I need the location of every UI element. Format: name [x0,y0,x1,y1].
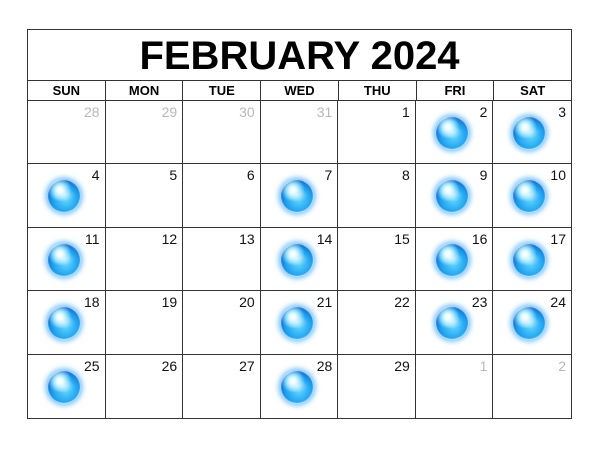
blue-orb-icon [279,369,314,404]
day-cell[interactable]: 2 [415,101,494,165]
weekday-mon: MON [106,81,184,100]
day-cell[interactable]: 6 [183,164,261,228]
day-cell[interactable]: 26 [106,354,184,418]
blue-orb-icon [47,179,81,214]
blue-orb-icon [434,179,469,214]
day-cell[interactable]: 17 [493,228,571,292]
day-cell-adjacent-month[interactable]: 31 [260,101,339,165]
blue-orb-icon [279,179,314,214]
calendar: FEBRUARY 2024 SUN MON TUE WED THU FRI SA… [27,29,572,419]
day-cell[interactable]: 12 [105,227,184,292]
day-cell[interactable]: 25 [28,354,106,418]
blue-orb-icon [434,242,469,277]
day-number: 27 [239,357,255,374]
day-number: 15 [394,230,410,247]
day-cell[interactable]: 10 [493,164,571,228]
weekday-sun: SUN [28,81,106,100]
day-cell[interactable]: 18 [28,291,106,355]
day-number: 13 [239,230,255,247]
day-cell-adjacent-month[interactable]: 1 [416,354,494,418]
day-number: 3 [558,104,566,120]
day-number: 17 [550,230,566,247]
day-number: 16 [471,230,488,247]
day-number: 22 [394,294,410,311]
weekday-thu: THU [339,81,417,100]
day-number: 14 [316,230,333,247]
day-number: 29 [394,357,410,374]
day-number: 25 [83,357,100,374]
day-number: 18 [83,294,100,311]
day-number: 1 [402,104,410,120]
day-cell[interactable]: 5 [105,164,184,228]
weekday-fri: FRI [417,81,495,100]
day-cell[interactable]: 7 [260,164,339,228]
day-cell[interactable]: 14 [260,227,339,292]
day-number: 30 [239,104,255,120]
blue-orb-icon [434,116,469,150]
day-number: 1 [479,357,488,374]
day-cell-adjacent-month[interactable]: 29 [105,101,184,165]
day-grid: 28 29 30 31 1 2 3 4 5 6 7 8 9 10 11 12 13 14 15 16 17 18 19 20 2… [28,101,571,418]
day-number: 8 [402,167,410,184]
blue-orb-icon [512,242,547,277]
day-number: 6 [246,167,255,184]
day-number: 31 [316,104,333,120]
blue-orb-icon [47,369,81,404]
day-number: 24 [550,294,566,311]
day-cell[interactable]: 16 [415,227,494,292]
day-cell-adjacent-month[interactable]: 28 [28,101,106,165]
calendar-title: FEBRUARY 2024 [28,30,571,81]
day-cell[interactable]: 4 [28,164,106,228]
day-cell[interactable]: 3 [493,101,571,165]
day-number: 2 [558,357,566,374]
day-number: 2 [479,104,488,120]
blue-orb-icon [47,242,81,277]
weekday-sat: SAT [520,83,546,98]
day-number: 23 [471,294,488,311]
day-number: 9 [479,167,488,184]
day-number: 10 [550,167,566,184]
day-cell[interactable]: 24 [493,291,571,355]
day-cell[interactable]: 23 [415,291,494,355]
day-cell[interactable]: 20 [183,291,261,355]
day-cell[interactable]: 21 [260,291,339,355]
day-cell[interactable]: 1 [338,101,416,165]
blue-orb-icon [47,306,81,341]
day-cell[interactable]: 15 [338,227,416,292]
blue-orb-icon [434,306,469,341]
day-cell-adjacent-month[interactable]: 2 [493,355,571,418]
day-cell[interactable]: 22 [338,291,416,355]
day-number: 12 [161,230,178,247]
day-cell[interactable]: 11 [28,227,106,292]
day-number: 7 [324,167,333,184]
day-cell[interactable]: 29 [338,354,416,418]
day-cell[interactable]: 13 [183,227,261,292]
day-cell[interactable]: 19 [105,291,184,355]
day-cell[interactable]: 28 [261,354,339,418]
weekday-tue: TUE [183,81,262,100]
day-number: 26 [161,357,178,374]
blue-orb-icon [279,306,314,341]
blue-orb-icon [512,306,547,341]
day-cell[interactable]: 27 [183,354,261,418]
day-number: 5 [169,167,178,184]
weekday-wed: WED [261,81,339,100]
day-number: 11 [85,230,100,247]
blue-orb-icon [512,116,547,150]
day-number: 4 [91,167,100,184]
weekday-header-row: SUN MON TUE WED THU FRI SAT [28,81,571,101]
day-number: 28 [316,357,333,374]
day-number: 21 [316,294,333,311]
day-cell[interactable]: 9 [415,164,494,228]
blue-orb-icon [512,179,547,214]
day-number: 28 [83,104,100,120]
day-number: 19 [161,294,178,311]
day-number: 29 [161,104,178,120]
blue-orb-icon [279,242,314,277]
day-cell[interactable]: 8 [338,164,416,228]
day-cell-adjacent-month[interactable]: 30 [183,101,261,165]
day-number: 20 [239,294,255,311]
